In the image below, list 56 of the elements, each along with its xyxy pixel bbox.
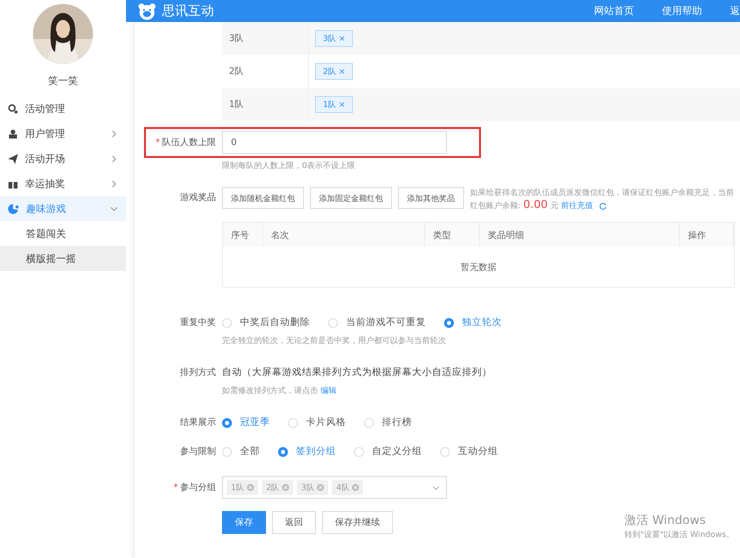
layout-value: 自动（大屏幕游戏结果排列方式为根据屏幕大小自适应排列） bbox=[222, 366, 492, 379]
field-hint: 如需修改排列方式，请点击 编辑 bbox=[222, 385, 338, 396]
action-button[interactable]: 返回 bbox=[272, 511, 316, 534]
add-prize-button[interactable]: 添加其他奖品 bbox=[398, 187, 464, 209]
add-prize-button[interactable]: 添加随机金额红包 bbox=[222, 187, 304, 209]
remove-icon[interactable] bbox=[352, 484, 360, 491]
column-header: 操作 bbox=[680, 223, 734, 247]
nav-subitem[interactable]: 横版摇一摇 bbox=[0, 246, 126, 271]
radio-option[interactable]: 互动分组 bbox=[440, 445, 498, 458]
bear-logo-icon bbox=[138, 2, 156, 20]
radio-option[interactable]: 中奖后自动删除 bbox=[222, 316, 310, 329]
nav-item[interactable]: 活动管理 bbox=[0, 96, 126, 121]
radio-option[interactable]: 独立轮次 bbox=[444, 316, 502, 329]
field-label: * 参与分组 bbox=[172, 482, 217, 494]
nav-item[interactable]: 活动开场 bbox=[0, 146, 126, 171]
field-label: * 队伍人数上限 bbox=[154, 136, 217, 149]
field-label: 结果展示 bbox=[179, 416, 217, 429]
team-limit-field[interactable]: 0 bbox=[222, 131, 447, 154]
nav-item[interactable]: 用户管理 bbox=[0, 121, 126, 146]
edit-link[interactable]: 编辑 bbox=[320, 386, 337, 395]
add-prize-button[interactable]: 添加固定金额红包 bbox=[310, 187, 392, 209]
activation-title: 激活 Windows bbox=[624, 512, 707, 529]
remove-icon[interactable] bbox=[317, 484, 324, 491]
radio-option[interactable]: 自定义分组 bbox=[354, 445, 422, 458]
action-button[interactable]: 保存并继续 bbox=[322, 511, 393, 534]
recharge-link[interactable]: 前往充值 bbox=[560, 201, 593, 210]
user-icon bbox=[8, 128, 18, 138]
field-label: 排列方式 bbox=[179, 366, 217, 379]
field-label: 重复中奖 bbox=[179, 316, 217, 329]
radio-option[interactable]: 签到分组 bbox=[278, 445, 336, 458]
field-hint: 限制每队的人数上限，0表示不设上限 bbox=[222, 160, 356, 171]
radio-option[interactable]: 当前游戏不可重复 bbox=[328, 316, 426, 329]
remove-icon[interactable] bbox=[247, 484, 254, 491]
balance-note: 如果给获得名次的队伍成员派发微信红包，请保证红包账户余额充足，当前红包账户余额: 0.00 元 前往充值 bbox=[470, 187, 734, 212]
refresh-icon[interactable] bbox=[598, 202, 607, 210]
field-label: 游戏奖品 bbox=[179, 192, 217, 205]
team-name: 1队 bbox=[222, 88, 309, 121]
field-label: 参与限制 bbox=[179, 446, 217, 458]
radio-option[interactable]: 全部 bbox=[222, 445, 260, 458]
radio-option[interactable]: 排行榜 bbox=[364, 416, 412, 429]
chevron-icon bbox=[432, 484, 440, 490]
column-header: 名次 bbox=[263, 223, 425, 247]
empty-message: 暂无数据 bbox=[460, 262, 496, 274]
column-header: 序号 bbox=[223, 223, 263, 247]
column-header: 奖品明细 bbox=[480, 223, 680, 247]
game-icon bbox=[8, 204, 19, 214]
user-name: 笑一笑 bbox=[48, 75, 78, 88]
remove-icon[interactable] bbox=[282, 484, 290, 491]
nav-subitem[interactable]: 答题闯关 bbox=[0, 221, 126, 246]
nav-item[interactable]: 幸运抽奖 bbox=[0, 171, 126, 196]
paper-plane-icon bbox=[8, 154, 18, 164]
radio-option[interactable]: 卡片风格 bbox=[288, 416, 346, 429]
activation-text: 转到"设置"以激活 Windows。 bbox=[624, 529, 734, 540]
brand-name: 思讯互动 bbox=[162, 3, 214, 20]
field-hint: 完全独立的轮次，无论之前是否中奖，用户都可以参与当前轮次 bbox=[222, 335, 447, 346]
column-header: 类型 bbox=[425, 223, 480, 247]
